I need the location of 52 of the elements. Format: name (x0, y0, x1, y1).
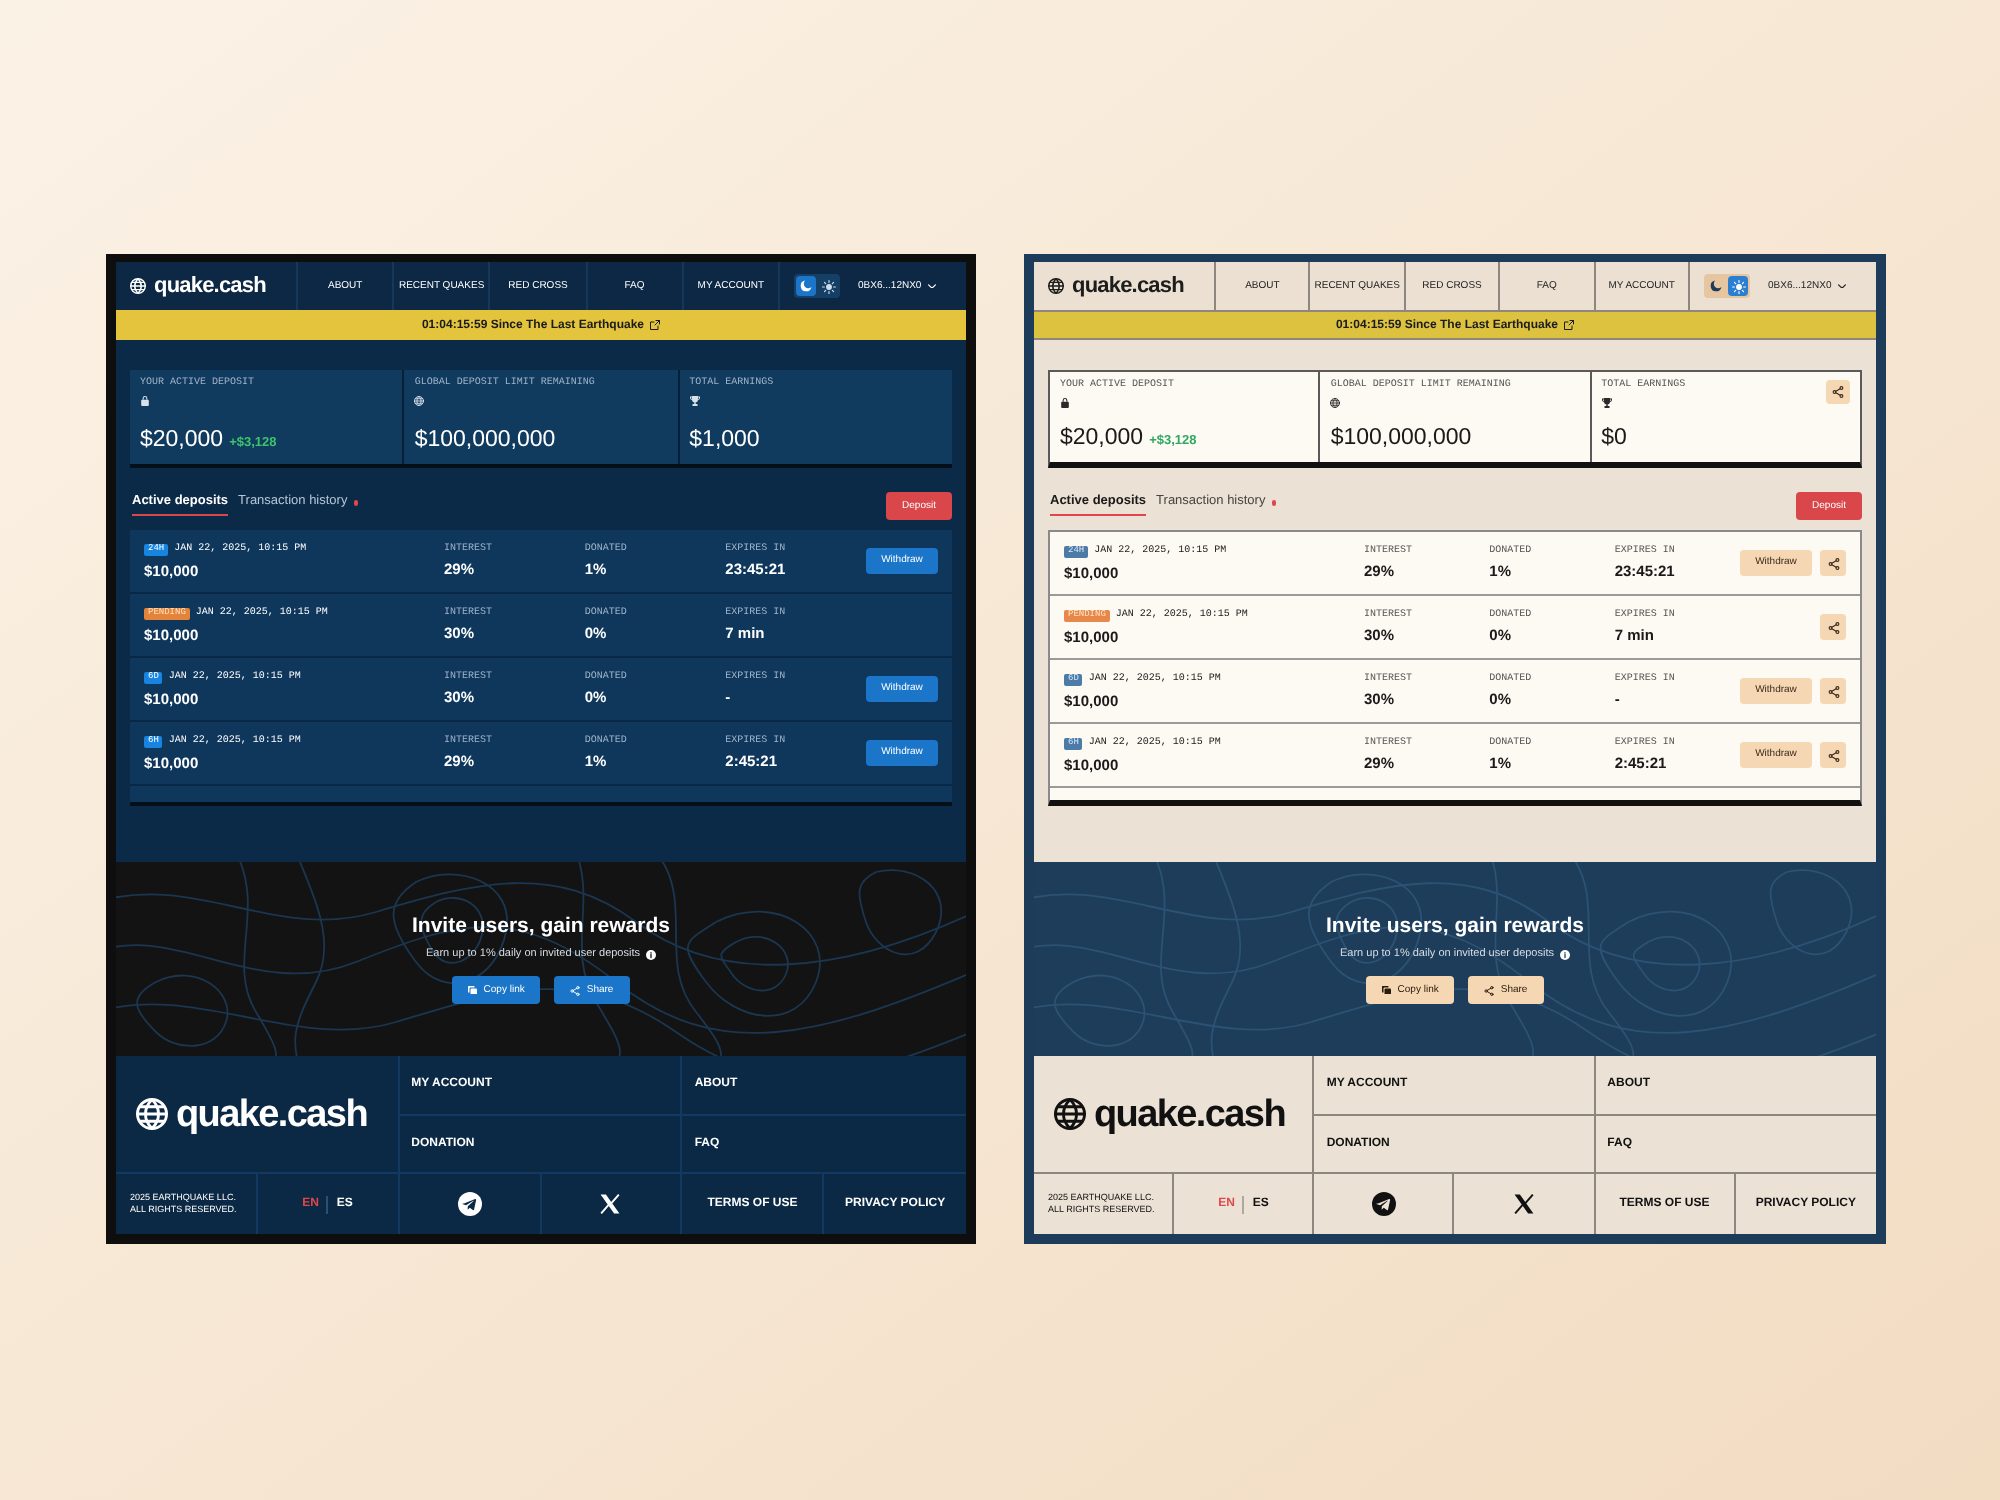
stat-value: $0 (1601, 427, 1627, 450)
moon-icon (800, 280, 813, 292)
share-icon (1827, 557, 1839, 569)
sun-icon (821, 279, 836, 293)
globe-icon (136, 1098, 168, 1131)
trophy-icon (689, 396, 700, 406)
external-link-icon (1564, 320, 1575, 330)
globe-icon (1330, 398, 1341, 408)
share-button[interactable] (1820, 614, 1846, 640)
footer-logo-link[interactable]: quake.cash (136, 1095, 367, 1134)
globe-icon (130, 278, 146, 294)
copy-icon (1382, 985, 1392, 995)
share-button[interactable] (1820, 678, 1846, 704)
lock-icon (140, 396, 150, 406)
dark-mode-button[interactable] (796, 276, 817, 296)
dark-mode-button[interactable] (1706, 276, 1727, 296)
share-button[interactable] (1820, 550, 1846, 576)
telegram-icon[interactable] (457, 1192, 482, 1217)
share-icon (1827, 685, 1839, 697)
share-icon (1827, 749, 1839, 761)
share-button[interactable] (1820, 742, 1846, 768)
stat-value: $100,000,000 (414, 429, 556, 452)
share-button[interactable] (1825, 380, 1850, 404)
share-icon (1484, 985, 1495, 995)
stat-value: $1,000 (689, 429, 760, 452)
copy-icon (468, 985, 478, 995)
trophy-icon (1601, 398, 1612, 408)
invite-title: Invite users, gain rewards (1326, 916, 1584, 937)
logo-link[interactable]: quake.cash (1048, 275, 1184, 297)
info-icon (1560, 949, 1570, 960)
chevron-down-icon (927, 283, 936, 289)
external-link-icon (650, 320, 661, 330)
invite-title: Invite users, gain rewards (412, 916, 670, 937)
lock-icon (1060, 398, 1070, 408)
stat-value: $20,000 (1060, 427, 1144, 450)
share-icon (1827, 621, 1839, 633)
stat-value: $20,000 (140, 429, 224, 452)
stat-value: $100,000,000 (1330, 427, 1472, 450)
light-mode-button[interactable] (818, 276, 839, 296)
chevron-down-icon (1837, 283, 1846, 289)
globe-icon (1054, 1098, 1086, 1131)
info-icon (646, 949, 656, 960)
footer-logo-link[interactable]: quake.cash (1054, 1095, 1285, 1134)
share-icon (570, 985, 581, 995)
share-icon (1831, 386, 1844, 398)
logo-link[interactable]: quake.cash (130, 275, 266, 297)
moon-icon (1710, 280, 1723, 292)
x-logo-icon[interactable] (1514, 1194, 1535, 1215)
telegram-icon[interactable] (1371, 1192, 1396, 1217)
sun-icon (1731, 279, 1746, 293)
globe-icon (414, 396, 425, 406)
globe-icon (1048, 278, 1064, 294)
